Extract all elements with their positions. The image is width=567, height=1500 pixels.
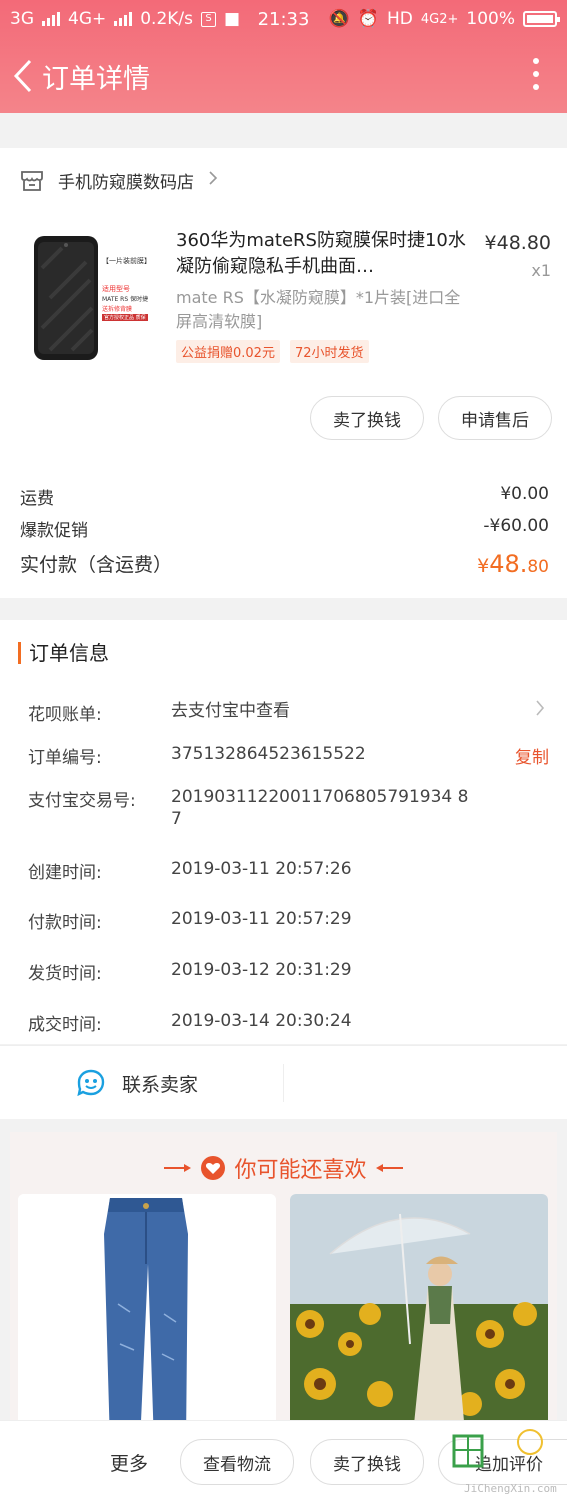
- status-bar: 3G 4G+ 0.2K/s S ■ 21:33 🔕 ⏰ HD 4G2+ 100%: [0, 0, 567, 38]
- more-button[interactable]: 更多: [110, 1449, 148, 1476]
- shipping-label: 运费: [20, 489, 54, 509]
- info-value: 2019-03-11 20:57:29: [171, 909, 352, 929]
- total-big: 48.: [489, 550, 528, 578]
- contact-seller-button[interactable]: 联系卖家: [76, 1068, 198, 1098]
- recommend-header: 你可能还喜欢: [10, 1152, 557, 1184]
- product-spec: mate RS【水凝防窥膜】*1片装[进口全屏高清软膜]: [176, 288, 461, 331]
- status-time: 21:33: [257, 8, 310, 30]
- info-value: 375132864523615522: [171, 744, 366, 764]
- page-title: 订单详情: [42, 63, 150, 95]
- hd-label: HD: [387, 9, 413, 29]
- more-menu-icon[interactable]: [533, 58, 539, 90]
- net-speed: 0.2K/s: [140, 9, 194, 29]
- info-label: 订单编号:: [28, 748, 102, 768]
- promo-row: 爆款促销 -¥60.00: [20, 516, 549, 541]
- product-qty: x1: [531, 261, 551, 280]
- info-value: 2019-03-14 20:30:24: [171, 1011, 352, 1031]
- signal-icon-2: [114, 12, 133, 26]
- notification-icon: S: [201, 11, 217, 27]
- total-currency: ¥: [477, 555, 490, 577]
- info-label: 支付宝交易号:: [28, 791, 136, 811]
- order-info-card: 订单信息 花呗账单: 去支付宝中查看 订单编号: 375132864523615…: [0, 620, 567, 1044]
- recommend-title: 你可能还喜欢: [234, 1158, 367, 1183]
- info-label: 创建时间:: [28, 863, 102, 883]
- tag-charity: 公益捐赠0.02元: [176, 340, 280, 363]
- contact-card: 联系卖家: [0, 1045, 567, 1119]
- copy-button[interactable]: 复制: [515, 743, 549, 768]
- chevron-right-icon: [535, 698, 545, 722]
- product-image-caption-4: 官方授权正品 质保: [102, 314, 148, 321]
- alarm-icon: ⏰: [357, 9, 379, 29]
- sell-button-bottom[interactable]: 卖了换钱: [310, 1439, 424, 1485]
- network-4g-label: 4G+: [68, 9, 107, 29]
- info-value: 20190311220011706805791934 87: [171, 787, 469, 829]
- info-label: 成交时间:: [28, 1015, 102, 1035]
- chevron-right-icon: [208, 170, 218, 191]
- product-price: ¥48.80: [484, 232, 551, 254]
- back-arrow-icon[interactable]: [12, 56, 40, 96]
- order-item-card: 手机防窥膜数码店 【一片装前膜】 适用型号 MATE RS 保时捷 送拆修背膜 …: [0, 148, 567, 598]
- recommend-item-jeans[interactable]: [18, 1194, 276, 1444]
- signal-icon: [42, 12, 60, 26]
- chat-face-icon: [77, 1069, 105, 1097]
- watermark-text: JiChengXin.com: [464, 1482, 557, 1495]
- header: 3G 4G+ 0.2K/s S ■ 21:33 🔕 ⏰ HD 4G2+ 100%…: [0, 0, 567, 113]
- product-image-caption-3: 送拆修背膜: [102, 306, 133, 313]
- product-tags: 公益捐赠0.02元 72小时发货: [176, 340, 369, 363]
- info-label: 发货时间:: [28, 964, 102, 984]
- network-3g-label: 3G: [10, 9, 34, 29]
- nav-bar: 订单详情: [0, 40, 567, 112]
- order-info-title: 订单信息: [18, 642, 109, 664]
- recommend-panel: 你可能还喜欢: [10, 1132, 557, 1444]
- arrow-right-decor-icon: [164, 1164, 192, 1172]
- info-value: 2019-03-11 20:57:26: [171, 859, 352, 879]
- total-small: 80: [527, 557, 549, 577]
- recommend-section: 你可能还喜欢: [0, 1120, 567, 1444]
- product-title[interactable]: 360华为mateRS防窥膜保时捷10水凝防偷窥隐私手机曲面…: [176, 228, 466, 280]
- after-sale-button[interactable]: 申请售后: [438, 396, 552, 440]
- total-row: 实付款（含运费） ¥48.80: [20, 550, 549, 578]
- heart-icon: [201, 1156, 226, 1180]
- shipping-row: 运费 ¥0.00: [20, 484, 549, 509]
- product-image[interactable]: 【一片装前膜】 适用型号 MATE RS 保时捷 送拆修背膜 官方授权正品 质保: [20, 228, 160, 368]
- arrow-left-decor-icon: [375, 1164, 403, 1172]
- info-value: 去支付宝中查看: [171, 701, 290, 721]
- promo-value: -¥60.00: [483, 516, 549, 536]
- shipping-value: ¥0.00: [500, 484, 549, 504]
- battery-percent: 100%: [466, 9, 515, 29]
- info-value: 2019-03-12 20:31:29: [171, 960, 352, 980]
- net-label: 4G2+: [420, 11, 459, 27]
- info-label: 付款时间:: [28, 913, 102, 933]
- store-link[interactable]: 手机防窥膜数码店: [20, 168, 218, 193]
- divider: [283, 1064, 284, 1102]
- recommend-item-dress[interactable]: [290, 1194, 548, 1444]
- tag-shipping: 72小时发货: [289, 340, 369, 363]
- total-label: 实付款（含运费）: [20, 554, 173, 576]
- product-image-caption-2: MATE RS 保时捷: [102, 296, 149, 303]
- view-logistics-button[interactable]: 查看物流: [180, 1439, 294, 1485]
- store-icon: [21, 170, 43, 191]
- contact-seller-label: 联系卖家: [122, 1073, 199, 1096]
- product-image-caption-top: 【一片装前膜】: [102, 257, 151, 265]
- store-name: 手机防窥膜数码店: [58, 173, 194, 193]
- sell-button[interactable]: 卖了换钱: [310, 396, 424, 440]
- total-value: ¥48.80: [477, 550, 549, 578]
- promo-label: 爆款促销: [20, 521, 88, 541]
- mute-icon: 🔕: [328, 9, 350, 29]
- battery-icon: [523, 11, 560, 27]
- product-image-caption-1: 适用型号: [102, 285, 130, 293]
- info-label: 花呗账单:: [28, 705, 102, 725]
- video-icon: ■: [224, 9, 241, 29]
